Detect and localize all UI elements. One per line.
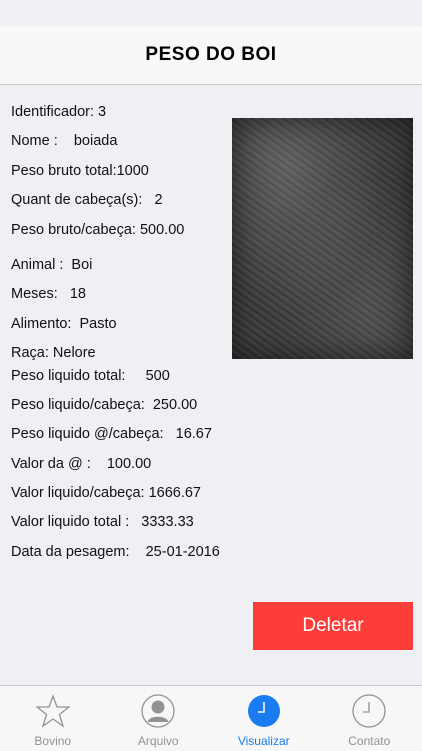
quant-cabecas-text: Quant de cabeça(s): 2	[11, 192, 163, 208]
valor-liquido-cabeca-text: Valor liquido/cabeça: 1666.67	[11, 485, 201, 501]
tab-contato[interactable]: Contato	[317, 686, 422, 751]
tab-arquivo[interactable]: Arquivo	[106, 686, 212, 751]
peso-liquido-arroba-cabeca-text: Peso liquido @/cabeça: 16.67	[11, 426, 212, 442]
valor-liquido-total-text: Valor liquido total : 3333.33	[11, 514, 194, 530]
tab-bovino[interactable]: Bovino	[0, 686, 106, 751]
valor-arroba-text: Valor da @ : 100.00	[11, 456, 151, 472]
animal-text: Animal : Boi	[11, 257, 92, 273]
page-title: PESO DO BOI	[145, 44, 276, 66]
peso-bruto-total-text: Peso bruto total:1000	[11, 163, 149, 179]
tab-label: Arquivo	[106, 734, 212, 748]
data-pesagem-text: Data da pesagem: 25-01-2016	[11, 544, 220, 560]
tab-label: Bovino	[0, 734, 106, 748]
delete-button[interactable]: Deletar	[253, 602, 413, 650]
clock-icon	[247, 694, 281, 728]
animal-photo	[232, 118, 413, 359]
peso-liquido-total-text: Peso liquido total: 500	[11, 368, 170, 384]
raca-text: Raça: Nelore	[11, 345, 96, 361]
status-bar	[0, 0, 422, 26]
star-icon	[36, 694, 70, 728]
tab-label: Visualizar	[211, 734, 317, 748]
clock-icon	[352, 694, 386, 728]
navigation-bar: PESO DO BOI	[0, 26, 422, 85]
tab-bar: Bovino Arquivo Visualizar Contato	[0, 685, 422, 751]
tab-visualizar[interactable]: Visualizar	[211, 686, 317, 751]
alimento-text: Alimento: Pasto	[11, 316, 117, 332]
peso-bruto-cabeca-text: Peso bruto/cabeça: 500.00	[11, 222, 184, 238]
person-icon	[141, 694, 175, 728]
peso-liquido-cabeca-text: Peso liquido/cabeça: 250.00	[11, 397, 197, 413]
meses-text: Meses: 18	[11, 286, 86, 302]
tab-label: Contato	[317, 734, 422, 748]
nome-text: Nome : boiada	[11, 133, 117, 149]
identificador-text: Identificador: 3	[11, 104, 106, 120]
details-content: Identificador: 3 Nome : boiada Peso brut…	[0, 85, 422, 685]
